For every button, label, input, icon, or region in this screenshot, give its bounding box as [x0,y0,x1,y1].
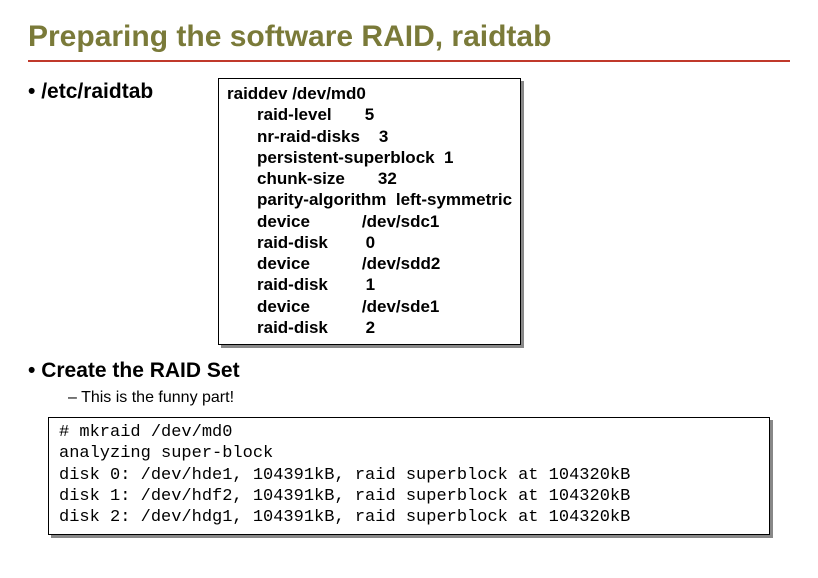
raidtab-line: raid-disk 1 [227,274,512,295]
raidtab-line: device /dev/sdd2 [227,253,512,274]
raidtab-line: raid-disk 2 [227,317,512,338]
terminal-line: # mkraid /dev/md0 [59,422,759,443]
raidtab-config-box: raiddev /dev/md0 raid-level 5nr-raid-dis… [218,78,521,345]
raidtab-line: raid-level 5 [227,104,512,125]
raidtab-line: chunk-size 32 [227,168,512,189]
terminal-line: analyzing super-block [59,443,759,464]
raidtab-line: persistent-superblock 1 [227,147,512,168]
raidtab-dev: raiddev /dev/md0 [227,83,512,104]
raidtab-line: device /dev/sde1 [227,296,512,317]
terminal-line: disk 2: /dev/hdg1, 104391kB, raid superb… [59,507,759,528]
terminal-line: disk 0: /dev/hde1, 104391kB, raid superb… [59,465,759,486]
terminal-line: disk 1: /dev/hdf2, 104391kB, raid superb… [59,486,759,507]
slide-title: Preparing the software RAID, raidtab [28,20,790,62]
raidtab-line: device /dev/sdc1 [227,211,512,232]
sub-funny-part: This is the funny part! [68,389,790,407]
bullet-etc-raidtab: /etc/raidtab [28,78,218,104]
raidtab-line: raid-disk 0 [227,232,512,253]
raidtab-row: /etc/raidtab raiddev /dev/md0 raid-level… [28,78,790,345]
raidtab-line: parity-algorithm left-symmetric [227,189,512,210]
raidtab-line: nr-raid-disks 3 [227,126,512,147]
bullet-create-raid-set: Create the RAID Set [28,359,790,383]
terminal-output-box: # mkraid /dev/md0analyzing super-blockdi… [48,417,770,535]
